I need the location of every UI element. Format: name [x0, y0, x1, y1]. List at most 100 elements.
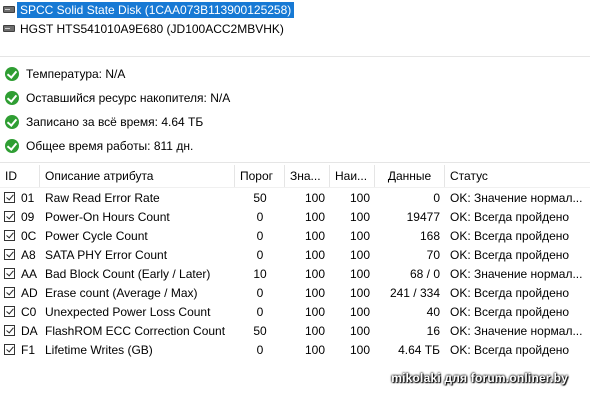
cell-description: Power-On Hours Count — [45, 209, 170, 224]
attribute-id: 09 — [21, 209, 35, 224]
cell-status: OK: Всегда пройдено — [450, 228, 570, 243]
row-checkbox[interactable] — [4, 192, 15, 203]
cell-status: OK: Всегда пройдено — [450, 304, 570, 319]
row-checkbox[interactable] — [4, 306, 15, 317]
summary-text: Оставшийся ресурс накопителя: N/A — [26, 91, 231, 105]
cell-raw-data: 16 — [426, 323, 440, 338]
cell-threshold: 0 — [256, 342, 264, 357]
disk-item-spcc[interactable]: SPCC Solid State Disk (1CAA073B113900125… — [0, 0, 590, 19]
cell-worst: 100 — [349, 247, 370, 262]
disk-label: HGST HTS541010A9E680 (JD100ACC2MBVHK) — [20, 21, 284, 36]
summary-item-temperature: Температура: N/A — [0, 62, 590, 86]
cell-raw-data: 4.64 ТБ — [398, 342, 440, 357]
cell-worst: 100 — [349, 190, 370, 205]
row-checkbox[interactable] — [4, 344, 15, 355]
cell-raw-data: 0 — [433, 190, 440, 205]
attribute-id: AD — [21, 285, 38, 300]
column-header-worst[interactable]: Наи... — [330, 165, 375, 187]
cell-worst: 100 — [349, 228, 370, 243]
column-header-id[interactable]: ID — [0, 165, 40, 187]
cell-status: OK: Всегда пройдено — [450, 209, 570, 224]
cell-threshold: 50 — [253, 323, 267, 338]
table-row[interactable]: AA Bad Block Count (Early / Later) 10 100 10… — [0, 264, 590, 283]
cell-id: 09 — [0, 207, 40, 226]
attribute-id: A8 — [21, 247, 36, 262]
attribute-id: 0C — [21, 228, 37, 243]
cell-value: 100 — [304, 209, 325, 224]
cell-status: OK: Значение нормал... — [450, 323, 583, 338]
column-header-raw-data[interactable]: Данные — [375, 165, 445, 187]
disk-item-hgst[interactable]: HGST HTS541010A9E680 (JD100ACC2MBVHK) — [0, 19, 590, 38]
row-checkbox[interactable] — [4, 268, 15, 279]
cell-description: Power Cycle Count — [45, 228, 148, 243]
attribute-id: DA — [21, 323, 38, 338]
table-row[interactable]: 09 Power-On Hours Count 0 100 100 19477 OK: Вс… — [0, 207, 590, 226]
cell-description: SATA PHY Error Count — [45, 247, 168, 262]
cell-value: 100 — [304, 323, 325, 338]
cell-status: OK: Всегда пройдено — [450, 342, 570, 357]
ok-check-icon — [5, 139, 19, 153]
divider — [0, 56, 590, 57]
table-row[interactable]: AD Erase count (Average / Max) 0 100 100 241 … — [0, 283, 590, 302]
ok-check-icon — [5, 91, 19, 105]
row-checkbox[interactable] — [4, 325, 15, 336]
summary-item-remaining-life: Оставшийся ресурс накопителя: N/A — [0, 86, 590, 110]
watermark: mikolaki для forum.onliner.by — [391, 371, 568, 385]
attribute-id: AA — [21, 266, 38, 281]
hard-disk-icon — [3, 24, 15, 33]
cell-status: OK: Значение нормал... — [450, 190, 583, 205]
cell-value: 100 — [304, 228, 325, 243]
cell-worst: 100 — [349, 285, 370, 300]
cell-status: OK: Всегда пройдено — [450, 247, 570, 262]
cell-status: OK: Всегда пройдено — [450, 285, 570, 300]
summary-text: Температура: N/A — [26, 67, 126, 81]
cell-id: F1 — [0, 340, 40, 359]
cell-id: AD — [0, 283, 40, 302]
column-header-value[interactable]: Зна... — [285, 165, 330, 187]
summary-item-power-on-time: Общее время работы: 811 дн. — [0, 134, 590, 158]
cell-worst: 100 — [349, 304, 370, 319]
summary-panel: Температура: N/A Оставшийся ресурс накоп… — [0, 62, 590, 158]
cell-raw-data: 68 / 0 — [409, 266, 440, 281]
hard-disk-icon — [3, 5, 15, 14]
column-header-description[interactable]: Описание атрибута — [40, 165, 235, 187]
cell-id: A8 — [0, 245, 40, 264]
row-checkbox[interactable] — [4, 230, 15, 241]
cell-id: 0C — [0, 226, 40, 245]
cell-description: Erase count (Average / Max) — [45, 285, 198, 300]
table-row[interactable]: A8 SATA PHY Error Count 0 100 100 70 OK: Всегд… — [0, 245, 590, 264]
cell-threshold: 0 — [256, 285, 264, 300]
cell-threshold: 50 — [253, 190, 267, 205]
smart-attributes-table: ID Описание атрибута Порог Зна... Наи...… — [0, 165, 590, 359]
cell-raw-data: 40 — [426, 304, 440, 319]
cell-description: Unexpected Power Loss Count — [45, 304, 211, 319]
cell-raw-data: 241 / 334 — [389, 285, 440, 300]
row-checkbox[interactable] — [4, 211, 15, 222]
table-row[interactable]: 01 Raw Read Error Rate 50 100 100 0 OK: Значен… — [0, 188, 590, 207]
cell-raw-data: 168 — [419, 228, 440, 243]
disk-list: SPCC Solid State Disk (1CAA073B113900125… — [0, 0, 590, 38]
table-row[interactable]: 0C Power Cycle Count 0 100 100 168 OK: Всегда … — [0, 226, 590, 245]
table-header: ID Описание атрибута Порог Зна... Наи...… — [0, 165, 590, 188]
attribute-id: 01 — [21, 190, 35, 205]
table-row[interactable]: F1 Lifetime Writes (GB) 0 100 100 4.64 ТБ OK: … — [0, 340, 590, 359]
column-header-status[interactable]: Статус — [445, 165, 590, 187]
cell-value: 100 — [304, 190, 325, 205]
table-row[interactable]: C0 Unexpected Power Loss Count 0 100 100 40 OK… — [0, 302, 590, 321]
row-checkbox[interactable] — [4, 287, 15, 298]
cell-description: FlashROM ECC Correction Count — [45, 323, 226, 338]
cell-id: DA — [0, 321, 40, 340]
table-body: 01 Raw Read Error Rate 50 100 100 0 OK: Значен… — [0, 188, 590, 359]
cell-id: AA — [0, 264, 40, 283]
row-checkbox[interactable] — [4, 249, 15, 260]
cell-id: 01 — [0, 188, 40, 207]
disk-label: SPCC Solid State Disk (1CAA073B113900125… — [17, 1, 295, 18]
cell-worst: 100 — [349, 342, 370, 357]
cell-worst: 100 — [349, 323, 370, 338]
cell-threshold: 0 — [256, 209, 264, 224]
cell-raw-data: 70 — [426, 247, 440, 262]
table-row[interactable]: DA FlashROM ECC Correction Count 50 100 100 1… — [0, 321, 590, 340]
ok-check-icon — [5, 67, 19, 81]
cell-worst: 100 — [349, 209, 370, 224]
column-header-threshold[interactable]: Порог — [235, 165, 285, 187]
